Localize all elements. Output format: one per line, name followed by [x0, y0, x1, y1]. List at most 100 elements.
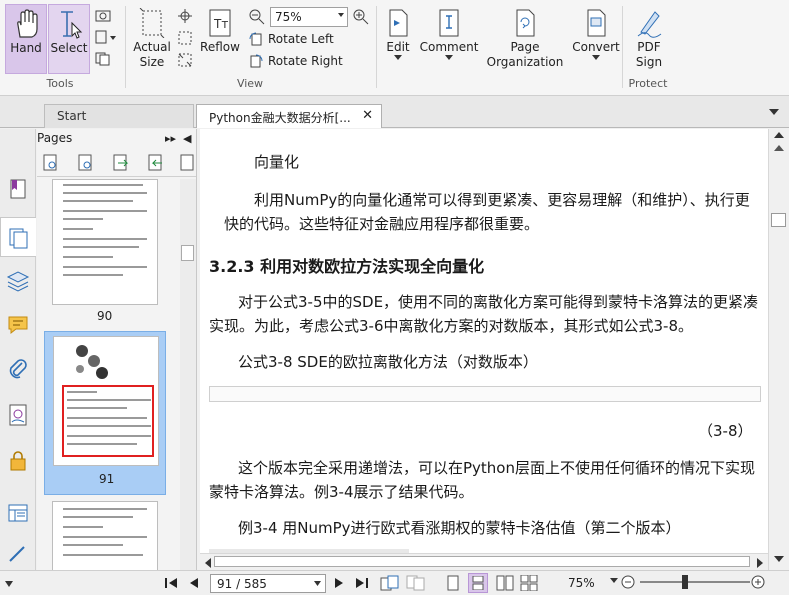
thumbnails-scrollbar[interactable] [180, 179, 196, 570]
doc-paragraph-2b: 实现。为此，考虑公式3-6中离散化方案的对数版本，其形式如公式3-8。 [209, 317, 694, 335]
page-thumbnail-92[interactable] [52, 501, 158, 570]
more-tools-icon[interactable] [6, 541, 30, 565]
fit-width-icon[interactable] [177, 30, 193, 46]
zoom-slider-track[interactable] [640, 581, 750, 583]
doc-paragraph-3b: 蒙特卡洛算法。例3-4展示了结果代码。 [209, 483, 474, 501]
comment-button[interactable]: Comment [420, 4, 478, 74]
scroll-up-icon[interactable] [774, 131, 784, 139]
snapshot-icon[interactable] [95, 8, 111, 22]
page-thumbnail-91-selected[interactable]: 91 [44, 331, 166, 495]
status-zoom-value: 75% [568, 576, 595, 590]
tab-document[interactable]: Python金融大数据分析[... ✕ [196, 104, 382, 128]
last-page-icon[interactable] [355, 577, 369, 589]
panel-expand-icon[interactable]: ▸▸ [165, 132, 176, 145]
page-number-90: 90 [97, 309, 113, 323]
content-panel-icon[interactable] [6, 501, 30, 525]
comment-icon [439, 9, 459, 37]
chevron-down-icon [338, 13, 344, 17]
reflow-icon: Tт [209, 9, 231, 37]
page-zoom-out-icon[interactable] [42, 154, 60, 172]
copy-icon[interactable] [95, 52, 111, 66]
signature-panel-icon[interactable] [6, 403, 30, 427]
document-scroll-thumb[interactable] [771, 213, 786, 227]
continuous-facing-icon[interactable] [520, 575, 538, 591]
tab-start-label: Start [57, 109, 87, 123]
rotate-right-button[interactable]: Rotate Right [248, 53, 343, 69]
svg-text:Tт: Tт [213, 17, 228, 31]
close-icon[interactable]: ✕ [362, 108, 373, 123]
previous-view-icon[interactable] [380, 575, 400, 591]
convert-button[interactable]: Convert [572, 4, 620, 74]
scroll-up-page-icon[interactable] [774, 144, 784, 152]
doc-section-heading: 3.2.3 利用对数欧拉方法实现全向量化 [209, 257, 485, 276]
replace-page-icon[interactable] [179, 154, 195, 172]
chevron-down-icon [592, 55, 600, 60]
next-page-icon[interactable] [333, 577, 345, 589]
zoom-in-icon[interactable] [352, 8, 370, 26]
viewport-indicator[interactable] [62, 385, 154, 457]
rotate-left-label: Rotate Left [268, 32, 334, 46]
status-bar: 91 / 585 75% [0, 570, 789, 595]
edit-button[interactable]: Edit [380, 4, 416, 74]
tab-list-chevron-icon[interactable] [769, 108, 779, 116]
pages-tab-active[interactable] [0, 217, 36, 257]
tab-start[interactable]: Start [44, 104, 194, 128]
zoom-out-icon[interactable] [248, 8, 266, 26]
page-number-input[interactable]: 91 / 585 [210, 574, 326, 593]
reflow-button[interactable]: Tт Reflow [198, 4, 242, 74]
protect-group-label: Protect [628, 77, 668, 90]
navigation-pane-strip [0, 129, 36, 570]
clipboard-icon[interactable] [95, 30, 117, 44]
page-organization-button[interactable]: Page Organization [484, 4, 566, 76]
page-thumbnail-90[interactable] [52, 179, 158, 305]
document-horizontal-scrollbar[interactable] [200, 553, 768, 570]
thumbnails-scroll-thumb[interactable] [181, 245, 194, 261]
doc-example-caption: 例3-4 用NumPy进行欧式看涨期权的蒙特卡洛估值（第二个版本） [238, 519, 681, 537]
comments-panel-icon[interactable] [6, 313, 30, 337]
zoom-slider-thumb[interactable] [682, 575, 688, 589]
attachments-icon[interactable] [6, 357, 30, 381]
bookmarks-icon[interactable] [6, 177, 30, 201]
page-organization-icon [516, 9, 535, 37]
convert-icon [587, 9, 606, 37]
chevron-down-icon[interactable] [610, 578, 618, 584]
first-page-icon[interactable] [164, 577, 178, 589]
zoom-select[interactable]: 75% [270, 7, 348, 27]
document-view[interactable]: 向量化 利用NumPy的向量化通常可以得到更紧凑、更容易理解（和维护）、执行更 … [200, 129, 768, 553]
security-lock-icon[interactable] [6, 449, 30, 473]
facing-pages-icon[interactable] [496, 575, 514, 591]
actual-size-button[interactable]: Actual Size [130, 4, 174, 74]
page-number-91: 91 [99, 472, 115, 486]
next-view-icon[interactable] [406, 575, 426, 591]
pdf-sign-button[interactable]: PDF Sign [626, 4, 672, 74]
select-tool-button[interactable]: Select [48, 4, 90, 74]
scroll-right-icon[interactable] [756, 558, 764, 568]
hand-icon [17, 9, 38, 38]
rotate-left-button[interactable]: Rotate Left [248, 31, 334, 47]
previous-page-icon[interactable] [188, 577, 200, 589]
scroll-left-icon[interactable] [204, 558, 212, 568]
hand-label: Hand [10, 41, 42, 55]
hand-tool-button[interactable]: Hand [5, 4, 47, 74]
doc-paragraph-3a: 这个版本完全采用递增法，可以在Python层面上不使用任何循环的情况下实现 [238, 459, 755, 477]
actual-size-icon [139, 8, 165, 38]
scroll-down-icon[interactable] [774, 555, 784, 563]
chevron-down-icon [314, 581, 321, 586]
continuous-page-icon [472, 576, 484, 590]
horizontal-scroll-thumb[interactable] [214, 556, 750, 567]
document-vertical-scrollbar[interactable] [768, 129, 789, 570]
status-zoom-out-icon[interactable] [621, 575, 635, 589]
continuous-page-button[interactable] [468, 573, 488, 593]
insert-page-icon[interactable] [112, 154, 130, 172]
tab-document-label: Python金融大数据分析[... [209, 111, 351, 125]
single-page-icon[interactable] [446, 575, 460, 591]
fit-visible-icon[interactable] [177, 52, 193, 68]
panel-collapse-icon[interactable]: ◀ [183, 132, 191, 145]
page-zoom-in-icon[interactable] [77, 154, 95, 172]
layers-icon[interactable] [6, 269, 30, 293]
rotate-left-icon [249, 32, 262, 46]
status-zoom-in-icon[interactable] [751, 575, 765, 589]
panel-toggle-icon[interactable] [5, 579, 13, 589]
extract-page-icon[interactable] [147, 154, 165, 172]
fit-page-icon[interactable] [177, 8, 193, 24]
